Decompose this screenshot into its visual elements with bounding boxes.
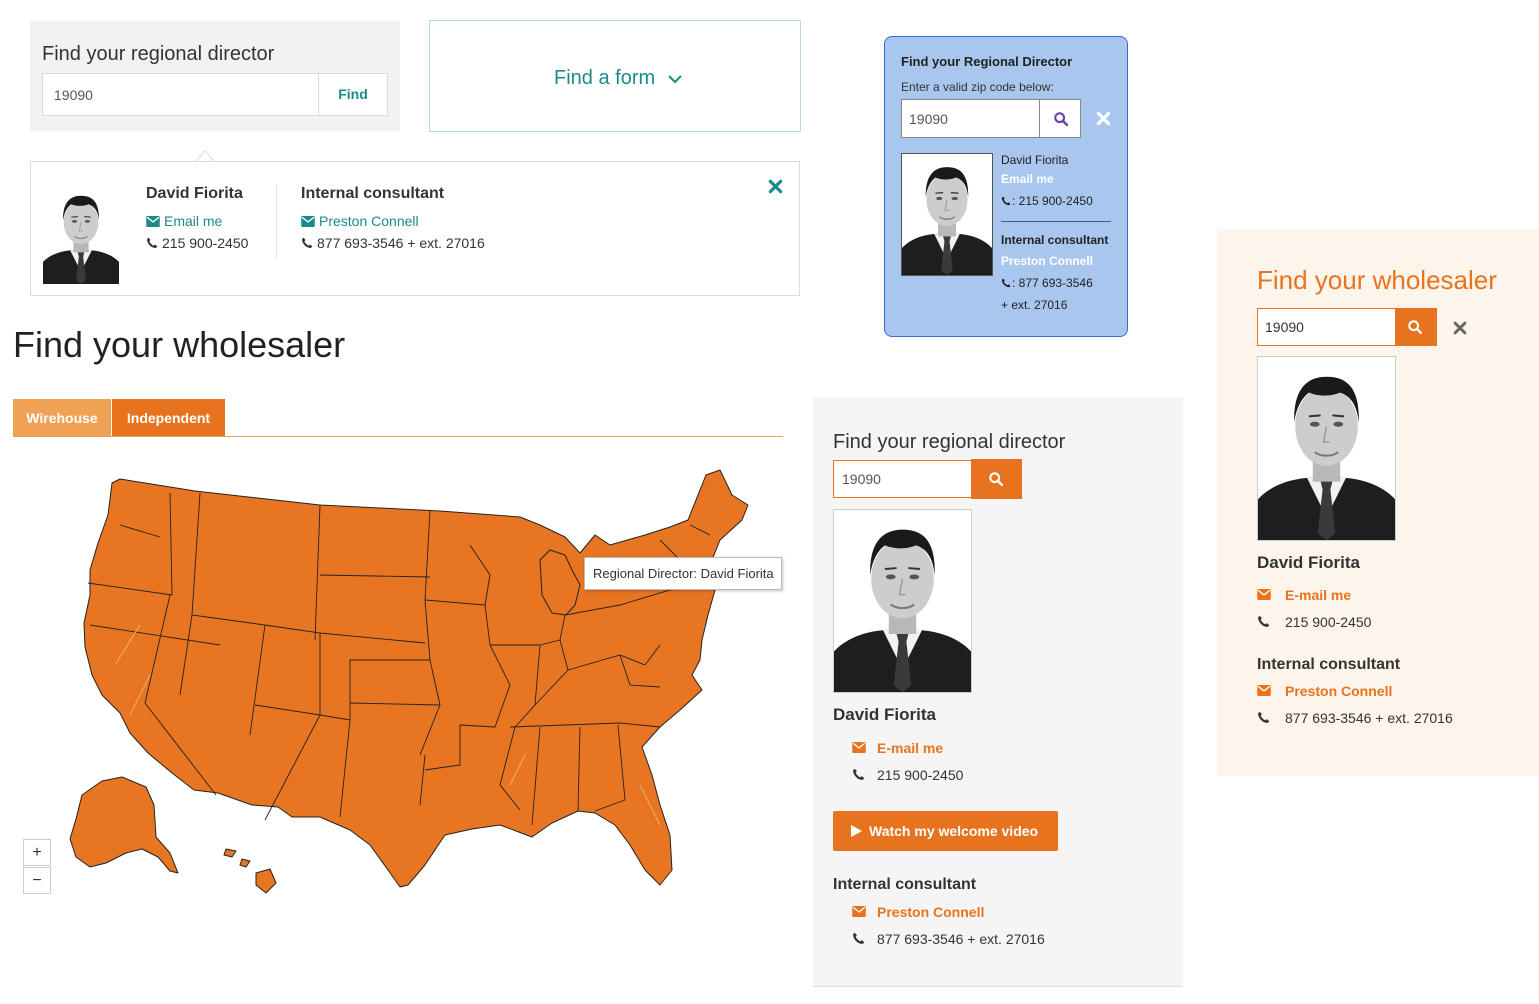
tab-wirehouse[interactable]: Wirehouse	[13, 399, 111, 437]
email-link[interactable]: Email me	[146, 213, 222, 229]
director-phone: 215 900-2450	[877, 767, 964, 783]
phone-icon	[852, 768, 865, 781]
search-box: Find	[42, 73, 388, 116]
wholesaler-widget-cream: Find your wholesaler David Fiorita E-mai…	[1217, 229, 1539, 776]
consultant-name-link[interactable]: Preston Connell	[1001, 254, 1093, 268]
consultant-title: Internal consultant	[833, 876, 977, 893]
phone-icon	[1001, 278, 1011, 288]
video-label: Watch my welcome video	[869, 823, 1039, 839]
phone-number: 215 900-2450	[162, 235, 249, 251]
regional-director-search-panel: Find your regional director Find	[30, 21, 400, 131]
envelope-icon	[1257, 589, 1271, 600]
envelope-icon	[852, 742, 866, 753]
email-link[interactable]: E-mail me	[1285, 587, 1351, 603]
zoom-in-button[interactable]: +	[23, 839, 51, 866]
consultant-phone: : 877 693-3546	[1001, 276, 1093, 290]
hawaii-region-2	[223, 848, 237, 858]
map-page-title: Find your wholesaler	[13, 324, 346, 365]
consultant-phone: 877 693-3546 + ext. 27016	[1285, 710, 1453, 726]
panel-title: Find your regional director	[42, 43, 275, 65]
director-photo	[43, 185, 119, 284]
director-name: David Fiorita	[146, 185, 243, 202]
consultant-title: Internal consultant	[1257, 656, 1401, 673]
close-icon[interactable]	[1453, 321, 1467, 335]
envelope-icon	[146, 216, 160, 227]
us-mainland-region	[83, 469, 749, 888]
consultant-extension: + ext. 27016	[1001, 298, 1068, 312]
phone-number: : 215 900-2450	[1012, 194, 1093, 208]
director-phone: 215 900-2450	[1285, 614, 1372, 630]
director-photo	[833, 509, 972, 693]
find-form-dropdown[interactable]: Find a form	[429, 20, 801, 132]
zoom-out-button[interactable]: −	[23, 867, 51, 894]
phone-icon	[1257, 615, 1270, 628]
consultant-phone-number: : 877 693-3546	[1012, 276, 1093, 290]
search-icon	[989, 472, 1003, 486]
phone-icon	[301, 237, 313, 249]
director-name: David Fiorita	[1257, 553, 1360, 572]
panel-title: Find your regional director	[833, 431, 1066, 453]
divider	[276, 184, 277, 258]
divider	[1001, 221, 1111, 222]
consultant-email-link[interactable]: Preston Connell	[301, 213, 419, 229]
consultant-title: Internal consultant	[1001, 233, 1109, 247]
consultant-phone-number: 877 693-3546 + ext. 27016	[317, 235, 485, 251]
phone-icon	[1257, 711, 1270, 724]
hawaii-region	[255, 868, 277, 894]
search-icon	[1408, 320, 1422, 334]
consultant-name: Preston Connell	[319, 213, 419, 229]
find-form-label: Find a form	[554, 67, 656, 89]
email-label: Email me	[164, 213, 223, 229]
tab-underline	[13, 436, 783, 437]
phone-icon	[1001, 196, 1011, 206]
close-icon[interactable]	[768, 179, 783, 194]
director-photo	[901, 153, 993, 276]
search-button[interactable]	[1039, 99, 1081, 138]
director-phone: : 215 900-2450	[1001, 194, 1093, 208]
chevron-down-icon	[668, 75, 682, 84]
map-tooltip: Regional Director: David Fiorita	[584, 557, 782, 590]
find-button[interactable]: Find	[318, 74, 387, 115]
panel-subtitle: Enter a valid zip code below:	[901, 80, 1054, 94]
phone-icon	[852, 932, 865, 945]
envelope-icon	[1257, 685, 1271, 696]
director-name: David Fiorita	[833, 705, 936, 724]
panel-title: Find your Regional Director	[901, 54, 1073, 69]
phone-icon	[146, 237, 158, 249]
zip-input[interactable]	[1257, 308, 1396, 346]
email-link[interactable]: Email me	[1001, 172, 1054, 186]
tab-independent[interactable]: Independent	[112, 399, 225, 437]
zip-input[interactable]	[901, 99, 1040, 138]
envelope-icon	[852, 906, 866, 917]
director-photo	[1257, 356, 1396, 541]
search-button[interactable]	[971, 459, 1022, 499]
search-button[interactable]	[1395, 308, 1437, 346]
zip-input[interactable]	[43, 74, 319, 115]
director-phone: 215 900-2450	[146, 235, 248, 251]
consultant-name-link[interactable]: Preston Connell	[1285, 683, 1392, 699]
consultant-phone: 877 693-3546 + ext. 27016	[877, 931, 1045, 947]
consultant-phone: 877 693-3546 + ext. 27016	[301, 235, 485, 251]
consultant-name-link[interactable]: Preston Connell	[877, 904, 984, 920]
consultant-title: Internal consultant	[301, 185, 445, 202]
email-link[interactable]: E-mail me	[877, 740, 943, 756]
director-name: David Fiorita	[1001, 153, 1069, 167]
regional-director-widget-blue: Find your Regional Director Enter a vali…	[884, 36, 1128, 337]
search-icon	[1054, 112, 1068, 126]
alaska-region	[69, 776, 179, 874]
envelope-icon	[301, 216, 315, 227]
panel-title: Find your wholesaler	[1257, 265, 1497, 295]
close-icon[interactable]	[1096, 111, 1111, 126]
hawaii-region-3	[239, 858, 251, 868]
director-result-card: David Fiorita Email me 215 900-2450 Inte…	[30, 161, 800, 296]
zip-input[interactable]	[833, 460, 972, 498]
play-icon	[851, 824, 862, 837]
welcome-video-button[interactable]: Watch my welcome video	[833, 811, 1058, 851]
us-map[interactable]	[20, 465, 760, 905]
regional-director-widget-grey: Find your regional director David Fiorit…	[813, 397, 1183, 987]
